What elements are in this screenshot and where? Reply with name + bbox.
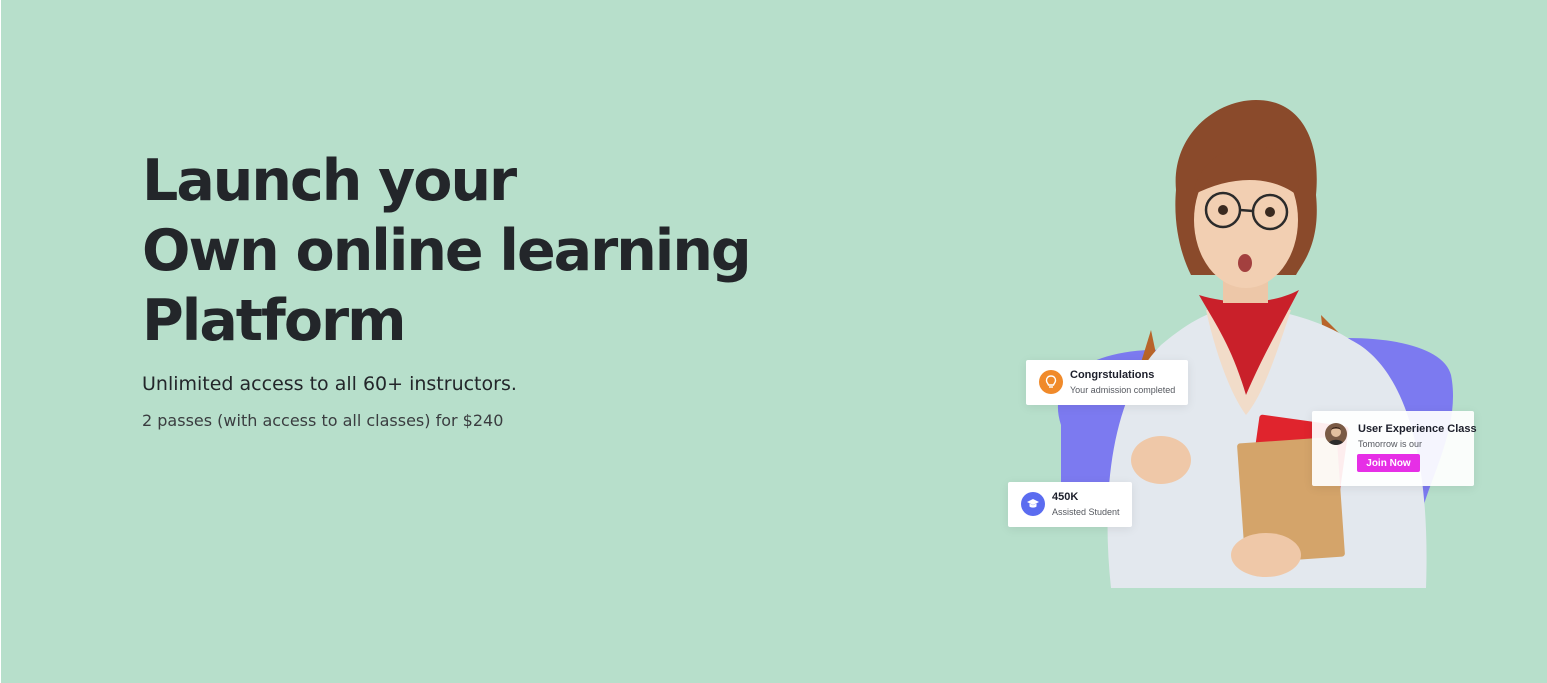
lightbulb-icon <box>1039 370 1063 394</box>
hero-pricing: 2 passes (with access to all classes) fo… <box>142 411 504 430</box>
graduation-cap-icon <box>1021 492 1045 516</box>
class-title: User Experience Class <box>1358 423 1477 435</box>
congratulations-card: Congrstulations Your admission completed <box>1026 360 1188 405</box>
hero-section: Launch your Own online learning Platform… <box>1 0 1547 683</box>
class-card: User Experience Class Tomorrow is our Jo… <box>1312 411 1477 486</box>
students-card: 450K Assisted Student <box>1008 482 1132 527</box>
headline-line-3: Platform <box>142 288 407 354</box>
congratulations-subtitle: Your admission completed <box>1070 385 1176 395</box>
hero-subtitle: Unlimited access to all 60+ instructors. <box>142 373 517 395</box>
students-label: Assisted Student <box>1052 507 1120 517</box>
hero-headline: Launch your Own online learning Platform <box>142 146 842 356</box>
hero-illustration: Congrstulations Your admission completed… <box>1001 95 1481 595</box>
headline-line-2: Own online learning <box>142 218 752 284</box>
headline-line-1: Launch your <box>142 148 517 214</box>
students-count: 450K <box>1052 491 1079 503</box>
congratulations-title: Congrstulations <box>1070 369 1155 381</box>
class-subtitle: Tomorrow is our <box>1358 439 1423 449</box>
join-now-button[interactable]: Join Now <box>1357 454 1420 472</box>
avatar <box>1325 423 1347 445</box>
